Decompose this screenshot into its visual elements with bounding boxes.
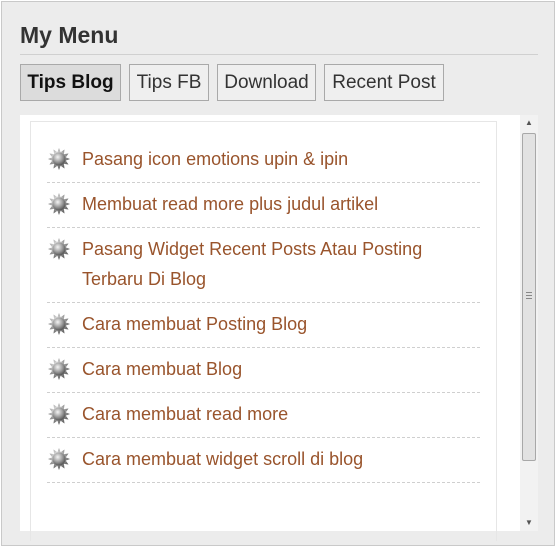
my-menu-widget: My Menu Tips Blog Tips FB Download Recen… [1, 1, 555, 546]
gear-bullet-icon [48, 148, 70, 170]
list-item: Membuat read more plus judul artikel [47, 183, 480, 228]
tab-panel: Pasang icon emotions upin & ipin Membuat… [20, 115, 538, 541]
list-item: Cara membuat Blog [47, 348, 480, 393]
vertical-scrollbar[interactable]: ▲ ▼ [520, 115, 538, 531]
list-item: Pasang Widget Recent Posts Atau Posting … [47, 228, 480, 303]
tab-tips-blog[interactable]: Tips Blog [20, 64, 121, 101]
scroll-up-arrow-icon[interactable]: ▲ [520, 115, 538, 131]
widget-title: My Menu [20, 22, 119, 48]
grip-icon [526, 292, 532, 299]
post-link[interactable]: Cara membuat read more [82, 404, 288, 424]
gear-bullet-icon [48, 403, 70, 425]
gear-bullet-icon [48, 448, 70, 470]
list-item: Pasang icon emotions upin & ipin [47, 138, 480, 183]
post-link[interactable]: Cara membuat Blog [82, 359, 242, 379]
tab-tips-fb[interactable]: Tips FB [129, 64, 209, 101]
list-item: Cara membuat read more [47, 393, 480, 438]
post-link[interactable]: Cara membuat Posting Blog [82, 314, 307, 334]
title-divider [20, 54, 538, 55]
gear-bullet-icon [48, 313, 70, 335]
gear-bullet-icon [48, 238, 70, 260]
post-list-container: Pasang icon emotions upin & ipin Membuat… [30, 121, 497, 541]
scroll-down-arrow-icon[interactable]: ▼ [520, 515, 538, 531]
gear-bullet-icon [48, 193, 70, 215]
list-item: Cara membuat widget scroll di blog [47, 438, 480, 483]
tab-recent-post[interactable]: Recent Post [324, 64, 444, 101]
post-link[interactable]: Pasang Widget Recent Posts Atau Posting … [82, 239, 422, 289]
tab-download[interactable]: Download [217, 64, 316, 101]
scroll-thumb[interactable] [522, 133, 536, 461]
post-link[interactable]: Membuat read more plus judul artikel [82, 194, 378, 214]
gear-bullet-icon [48, 358, 70, 380]
post-link[interactable]: Cara membuat widget scroll di blog [82, 449, 363, 469]
post-list: Pasang icon emotions upin & ipin Membuat… [47, 138, 480, 483]
post-link[interactable]: Pasang icon emotions upin & ipin [82, 149, 348, 169]
list-item: Cara membuat Posting Blog [47, 303, 480, 348]
